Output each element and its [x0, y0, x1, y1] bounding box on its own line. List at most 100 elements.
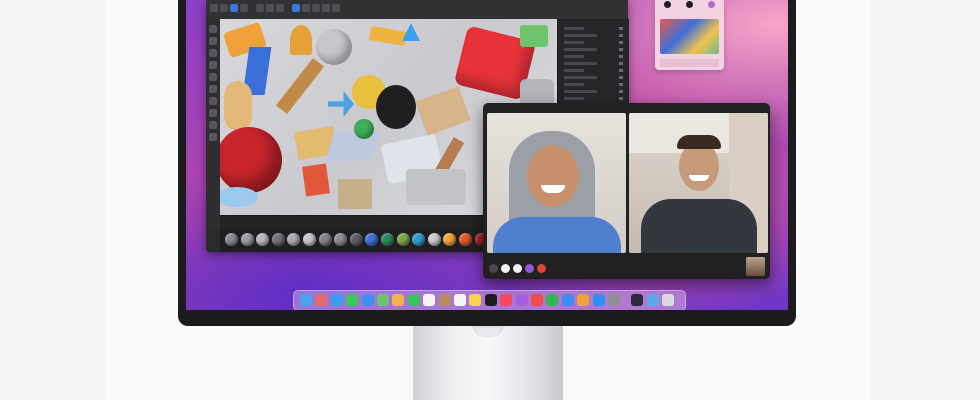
photos-icon[interactable] [392, 294, 405, 306]
material-swatch[interactable] [443, 233, 457, 246]
visibility-toggle-icon[interactable] [619, 97, 623, 100]
material-swatch[interactable] [381, 233, 394, 246]
light-icon[interactable] [276, 4, 284, 12]
material-swatch[interactable] [412, 233, 426, 246]
scale-tool-icon[interactable] [230, 4, 238, 12]
spline-icon[interactable] [312, 4, 320, 12]
deformer-icon[interactable] [322, 4, 330, 12]
wooden-box-object [415, 86, 471, 136]
tool-icon[interactable] [209, 37, 217, 45]
numbers-icon[interactable] [546, 294, 559, 306]
visibility-toggle-icon[interactable] [619, 90, 623, 93]
facetime-window[interactable] [483, 103, 770, 279]
tool-icon[interactable] [209, 73, 217, 81]
material-swatch[interactable] [287, 233, 301, 246]
object-list-row[interactable] [564, 83, 584, 86]
widget-action-button[interactable] [660, 59, 719, 67]
material-swatch[interactable] [256, 233, 270, 246]
end-call-icon[interactable] [537, 264, 546, 273]
object-list-row[interactable] [564, 97, 584, 100]
participant-sweater [641, 199, 757, 253]
camera-icon[interactable] [266, 4, 274, 12]
downloads-icon[interactable] [646, 294, 659, 306]
contacts-icon[interactable] [438, 294, 451, 306]
system-preferences-icon[interactable] [608, 294, 620, 306]
material-swatch[interactable] [334, 233, 348, 246]
object-list-row[interactable] [564, 48, 597, 51]
pages-icon[interactable] [577, 294, 590, 306]
keynote-icon[interactable] [561, 294, 574, 306]
safari-icon[interactable] [330, 294, 343, 306]
sidebar-icon[interactable] [489, 264, 498, 273]
object-list-row[interactable] [564, 55, 584, 58]
visibility-toggle-icon[interactable] [619, 69, 623, 72]
tool-icon[interactable] [209, 25, 217, 33]
video-camera-icon[interactable] [513, 264, 522, 273]
material-swatch[interactable] [225, 233, 238, 246]
material-swatch[interactable] [271, 233, 285, 246]
rotate-tool-icon[interactable] [220, 4, 228, 12]
tool-icon[interactable] [209, 49, 217, 57]
notes-icon[interactable] [469, 294, 482, 306]
dock [293, 290, 686, 310]
trash-icon[interactable] [662, 294, 675, 306]
object-list-row[interactable] [564, 34, 597, 37]
select-tool-icon[interactable] [240, 4, 248, 12]
tool-icon[interactable] [209, 109, 217, 117]
notification-widget[interactable] [655, 0, 724, 70]
mail-icon[interactable] [361, 294, 374, 306]
microphone-icon[interactable] [501, 264, 510, 273]
material-icon[interactable] [332, 4, 340, 12]
tool-icon[interactable] [209, 97, 217, 105]
material-swatch[interactable] [396, 233, 410, 246]
material-swatch[interactable] [303, 233, 316, 246]
tool-icon[interactable] [209, 121, 217, 129]
apple-tv-icon[interactable] [484, 294, 497, 306]
finder-icon[interactable] [300, 294, 312, 306]
cinema4d-icon[interactable] [631, 294, 644, 306]
move-tool-icon[interactable] [210, 4, 218, 12]
object-list-row[interactable] [564, 76, 597, 79]
maps-icon[interactable] [377, 294, 389, 306]
tool-icon[interactable] [209, 133, 217, 141]
launchpad-icon[interactable] [315, 294, 328, 306]
music-icon[interactable] [500, 294, 513, 306]
visibility-toggle-icon[interactable] [619, 41, 623, 44]
material-swatch[interactable] [459, 233, 472, 246]
object-list-row[interactable] [564, 27, 584, 30]
news-icon[interactable] [531, 294, 543, 306]
self-view-thumbnail[interactable] [746, 257, 765, 276]
object-list-row[interactable] [564, 41, 584, 44]
reminders-icon[interactable] [454, 294, 466, 306]
calendar-icon[interactable] [423, 294, 436, 306]
shareplay-icon[interactable] [525, 264, 534, 273]
messages-icon[interactable] [346, 294, 359, 306]
widget-app-icon [686, 1, 693, 8]
tool-icon[interactable] [209, 85, 217, 93]
material-swatch[interactable] [349, 233, 363, 246]
visibility-toggle-icon[interactable] [619, 27, 623, 30]
object-list-row[interactable] [564, 62, 597, 65]
participant-smile [689, 175, 709, 181]
app-store-icon[interactable] [592, 294, 605, 306]
material-swatch[interactable] [365, 233, 379, 246]
widget-image-thumbnail[interactable] [660, 19, 719, 54]
render-icon[interactable] [256, 4, 264, 12]
visibility-toggle-icon[interactable] [619, 55, 623, 58]
visibility-toggle-icon[interactable] [619, 83, 623, 86]
material-swatch[interactable] [318, 233, 332, 246]
visibility-toggle-icon[interactable] [619, 34, 623, 37]
participant-tile-right [629, 113, 768, 253]
material-swatch[interactable] [240, 233, 254, 246]
visibility-toggle-icon[interactable] [619, 48, 623, 51]
object-list-row[interactable] [564, 90, 597, 93]
object-list-row[interactable] [564, 69, 584, 72]
visibility-toggle-icon[interactable] [619, 76, 623, 79]
podcasts-icon[interactable] [515, 294, 528, 306]
visibility-toggle-icon[interactable] [619, 62, 623, 65]
facetime-icon[interactable] [407, 294, 420, 306]
material-swatch[interactable] [427, 233, 441, 246]
sphere-icon[interactable] [302, 4, 310, 12]
tool-icon[interactable] [209, 61, 217, 69]
cube-icon[interactable] [292, 4, 300, 12]
